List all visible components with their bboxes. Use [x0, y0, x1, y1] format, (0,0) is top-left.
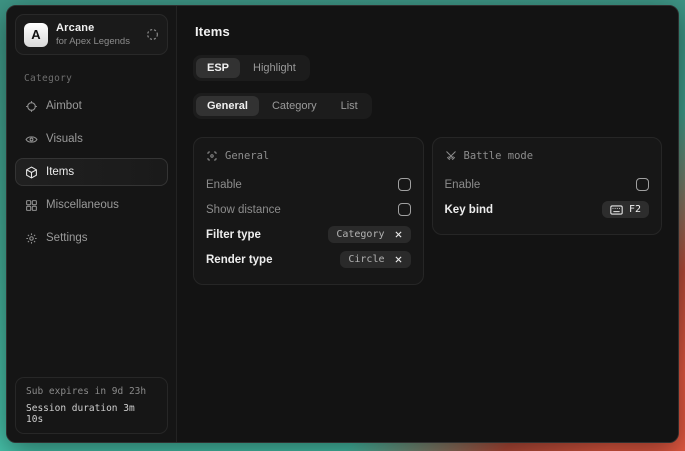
sidebar-item-aimbot[interactable]: Aimbot: [15, 92, 168, 120]
tab-esp[interactable]: ESP: [196, 58, 240, 78]
sidebar: A Arcane for Apex Legends Category Aimbo…: [7, 6, 177, 442]
package-icon: [25, 166, 38, 179]
clear-icon[interactable]: [394, 230, 403, 239]
setting-row: Enable: [445, 172, 650, 197]
tab-category[interactable]: Category: [261, 96, 328, 116]
app-subtitle: for Apex Legends: [56, 36, 138, 47]
checkbox-show-distance[interactable]: [398, 203, 411, 216]
grid-icon: [25, 199, 38, 212]
sidebar-nav: Aimbot Visuals Items: [7, 90, 176, 254]
eye-icon: [25, 133, 38, 146]
setting-row: Enable: [206, 172, 411, 197]
setting-label: Enable: [206, 179, 242, 191]
sidebar-item-label: Aimbot: [46, 100, 82, 112]
focus-icon: [206, 150, 218, 162]
subscription-info-card: Sub expires in 9d 23h Session duration 3…: [15, 377, 168, 434]
select-value: Category: [336, 229, 384, 240]
panel-title: General: [225, 150, 269, 162]
sidebar-item-label: Visuals: [46, 133, 83, 145]
dashed-circle-icon[interactable]: [146, 28, 159, 41]
app-logo: A: [24, 23, 48, 47]
panel-title: Battle mode: [464, 150, 534, 162]
tab-highlight[interactable]: Highlight: [242, 58, 307, 78]
crosshair-icon: [25, 100, 38, 113]
tab-list[interactable]: List: [330, 96, 369, 116]
gear-icon: [25, 232, 38, 245]
app-window: A Arcane for Apex Legends Category Aimbo…: [6, 5, 679, 443]
setting-row: Show distance: [206, 197, 411, 222]
category-label: Category: [24, 73, 176, 84]
setting-label: Filter type: [206, 229, 261, 241]
battle-mode-panel: Battle mode Enable Key bind: [432, 137, 663, 235]
keyboard-icon: [610, 205, 623, 215]
main-content: Items ESP Highlight General Category Lis…: [177, 6, 678, 442]
session-duration-text: Session duration 3m 10s: [26, 403, 157, 425]
tab-general[interactable]: General: [196, 96, 259, 116]
swords-icon: [445, 150, 457, 162]
sidebar-item-label: Settings: [46, 232, 88, 244]
select-value: Circle: [348, 254, 384, 265]
clear-icon[interactable]: [394, 255, 403, 264]
app-header-card: A Arcane for Apex Legends: [15, 14, 168, 55]
sidebar-item-items[interactable]: Items: [15, 158, 168, 186]
keybind-value: F2: [629, 204, 641, 215]
page-title: Items: [195, 24, 662, 39]
setting-label: Key bind: [445, 204, 494, 216]
checkbox-enable[interactable]: [398, 178, 411, 191]
sidebar-item-label: Miscellaneous: [46, 199, 119, 211]
select-filter-type[interactable]: Category: [328, 226, 410, 243]
general-panel: General Enable Show distance Filter type…: [193, 137, 424, 285]
sub-expiry-text: Sub expires in 9d 23h: [26, 386, 157, 397]
setting-row: Filter type Category: [206, 222, 411, 247]
sidebar-item-visuals[interactable]: Visuals: [15, 125, 168, 153]
setting-label: Render type: [206, 254, 272, 266]
mode-tab-group: ESP Highlight: [193, 55, 310, 81]
section-tab-group: General Category List: [193, 93, 372, 119]
select-render-type[interactable]: Circle: [340, 251, 410, 268]
keybind-button[interactable]: F2: [602, 201, 649, 218]
setting-row: Key bind F2: [445, 197, 650, 222]
setting-row: Render type Circle: [206, 247, 411, 272]
setting-label: Show distance: [206, 204, 281, 216]
checkbox-battle-enable[interactable]: [636, 178, 649, 191]
setting-label: Enable: [445, 179, 481, 191]
sidebar-item-miscellaneous[interactable]: Miscellaneous: [15, 191, 168, 219]
app-name: Arcane: [56, 22, 138, 34]
sidebar-item-settings[interactable]: Settings: [15, 224, 168, 252]
sidebar-item-label: Items: [46, 166, 74, 178]
